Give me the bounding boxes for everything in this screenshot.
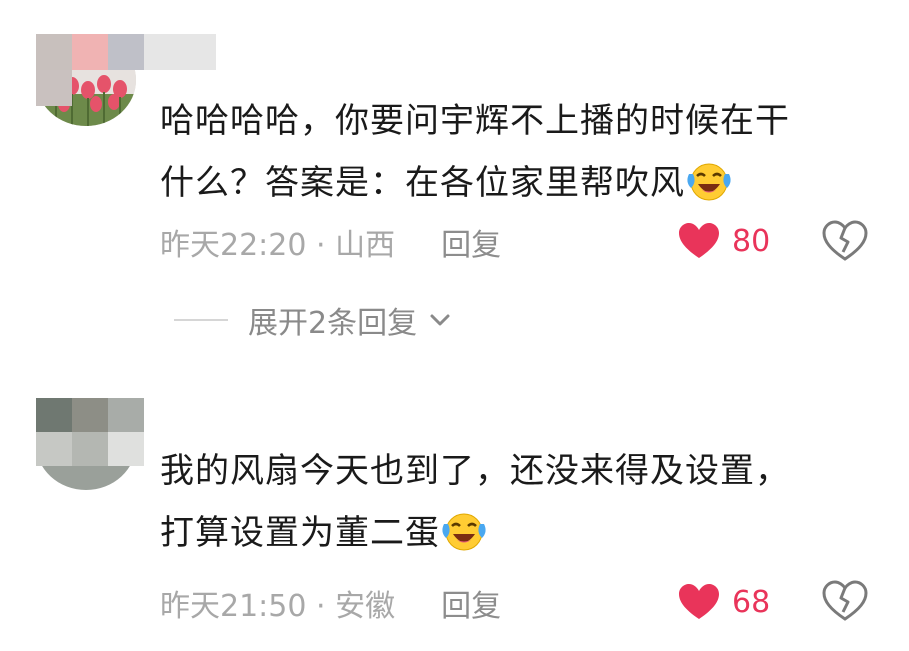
- broken-heart-icon: [822, 220, 868, 261]
- comment-item: 我的风扇今天也到了，还没来得及设置， 打算设置为董二蛋 昨天21:50 · 安徽…: [0, 380, 909, 651]
- divider-line: [174, 319, 228, 321]
- comment-text-line-wrap: 什么？答案是：在各位家里帮吹风: [160, 152, 880, 214]
- redaction-block: [36, 70, 72, 106]
- broken-heart-icon: [822, 580, 868, 621]
- reply-button[interactable]: 回复: [441, 581, 501, 625]
- comment-text: 哈哈哈哈，你要问宇辉不上播的时候在干 什么？答案是：在各位家里帮吹风: [160, 90, 880, 214]
- redaction-block: [72, 34, 108, 70]
- expand-replies-button[interactable]: 展开2条回复: [174, 298, 453, 342]
- redaction-block: [36, 34, 72, 70]
- dislike-button[interactable]: [822, 220, 868, 262]
- comment-text-line: 什么？答案是：在各位家里帮吹风: [160, 163, 685, 203]
- like-button[interactable]: 68: [678, 583, 770, 621]
- heart-icon: [679, 584, 719, 619]
- redaction-block: [36, 398, 72, 432]
- comment-meta: 昨天22:20 · 山西 回复: [160, 220, 501, 264]
- comment-text-line: 打算设置为董二蛋: [160, 513, 440, 553]
- comment-item: 哈哈哈哈，你要问宇辉不上播的时候在干 什么？答案是：在各位家里帮吹风 昨天22:…: [0, 0, 909, 380]
- comment-meta: 昨天21:50 · 安徽 回复: [160, 581, 501, 625]
- comment-time-location: 昨天22:20 · 山西: [160, 228, 396, 263]
- like-count: 68: [732, 584, 771, 620]
- comment-text-line-wrap: 打算设置为董二蛋: [160, 502, 880, 564]
- comment-text-line: 我的风扇今天也到了，还没来得及设置，: [160, 451, 790, 491]
- comment-text-line: 哈哈哈哈，你要问宇辉不上播的时候在干: [160, 101, 790, 141]
- redaction-block: [108, 432, 144, 466]
- redaction-block: [72, 432, 108, 466]
- redaction-block: [144, 34, 216, 70]
- comment-time-location: 昨天21:50 · 安徽: [160, 589, 396, 624]
- expand-replies-label: 展开2条回复: [248, 306, 418, 341]
- redaction-block: [108, 34, 144, 70]
- reply-button[interactable]: 回复: [441, 220, 501, 264]
- laughing-crying-emoji-icon: [685, 160, 733, 202]
- like-count: 80: [732, 223, 771, 259]
- like-button[interactable]: 80: [678, 222, 770, 260]
- comment-text: 我的风扇今天也到了，还没来得及设置， 打算设置为董二蛋: [160, 440, 880, 564]
- redaction-block: [72, 398, 108, 432]
- dislike-button[interactable]: [822, 580, 868, 622]
- redaction-block: [108, 398, 144, 432]
- redaction-block: [36, 432, 72, 466]
- chevron-down-icon: [430, 314, 450, 326]
- heart-icon: [679, 223, 719, 258]
- laughing-crying-emoji-icon: [440, 510, 488, 552]
